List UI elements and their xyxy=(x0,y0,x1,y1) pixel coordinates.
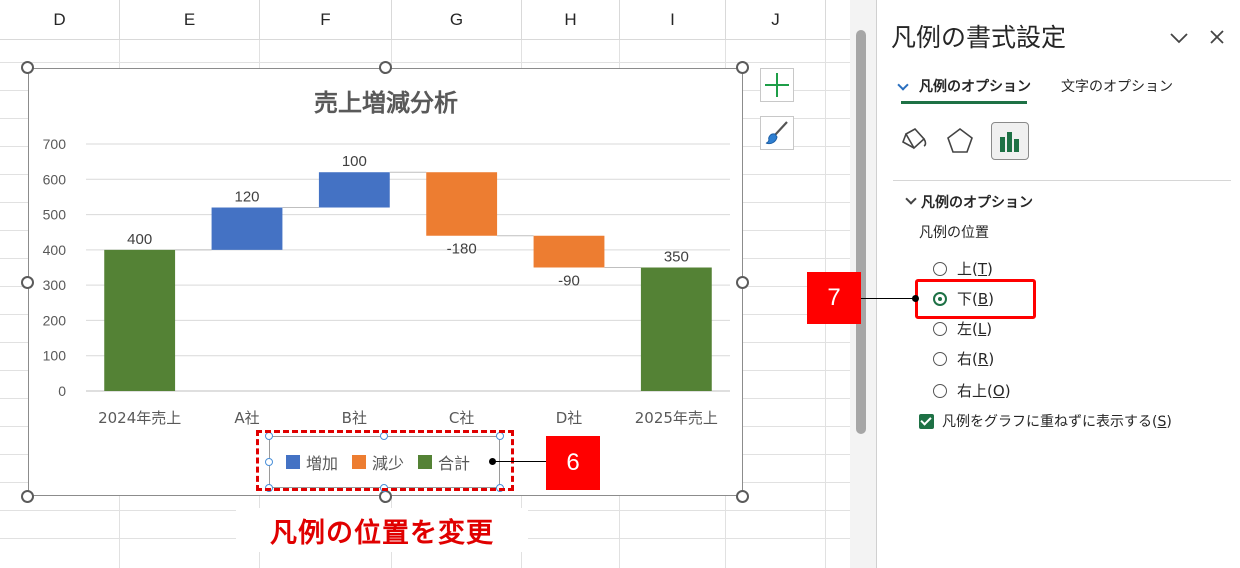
data-label: 400 xyxy=(127,231,152,248)
effects-pentagon-icon[interactable] xyxy=(941,122,979,160)
resize-handle-top[interactable] xyxy=(379,61,392,74)
x-tick-label: C社 xyxy=(449,409,474,427)
radio-button[interactable] xyxy=(933,261,947,276)
section-collapse-icon[interactable] xyxy=(905,193,917,205)
y-tick-label: 300 xyxy=(43,277,67,293)
legend-options-chart-icon[interactable] xyxy=(991,122,1029,160)
access-key: T xyxy=(977,260,988,278)
resize-handle-bottom[interactable] xyxy=(379,490,392,503)
resize-handle-bottom-right[interactable] xyxy=(736,490,749,503)
chart-title[interactable]: 売上増減分析 xyxy=(314,89,458,117)
data-label: 100 xyxy=(342,153,367,170)
chart-styles-button[interactable] xyxy=(760,116,794,150)
column-header-i[interactable]: I xyxy=(620,0,726,40)
worksheet-area[interactable]: D E F G H I J 売上増減分析 0 100 200 300 400 500 600… xyxy=(0,0,850,568)
data-label: 120 xyxy=(234,189,259,206)
callout-connector xyxy=(860,298,916,299)
column-header-row: D E F G H I J xyxy=(0,0,850,40)
resize-handle-left[interactable] xyxy=(21,276,34,289)
legend-highlight-box xyxy=(256,430,514,491)
column-header-g[interactable]: G xyxy=(392,0,522,40)
sheet-scrollbar[interactable] xyxy=(856,30,866,434)
access-key: L xyxy=(977,320,987,338)
pane-title: 凡例の書式設定 xyxy=(891,23,1067,52)
x-axis: 2024年売上 A社 B社 C社 D社 2025年売上 xyxy=(98,409,718,427)
resize-handle-top-right[interactable] xyxy=(736,61,749,74)
checkbox-label: 凡例をグラフに重ねずに表示する xyxy=(942,414,1152,430)
radio-position-top[interactable]: 上(T) xyxy=(933,258,993,279)
radio-position-left[interactable]: 左(L) xyxy=(933,318,992,339)
callout-dot xyxy=(912,295,919,302)
column-header-f[interactable]: F xyxy=(260,0,392,40)
legend-position-label: 凡例の位置 xyxy=(919,225,989,241)
y-tick-label: 100 xyxy=(43,348,67,364)
data-label: -180 xyxy=(447,241,477,258)
x-tick-label: D社 xyxy=(556,409,583,427)
x-tick-label: 2024年売上 xyxy=(98,409,181,427)
radio-label: 左 xyxy=(957,320,973,338)
chart-elements-button[interactable] xyxy=(760,68,794,102)
pane-options-chevron-icon[interactable] xyxy=(1169,26,1189,50)
resize-handle-right[interactable] xyxy=(736,276,749,289)
column-header-h[interactable]: H xyxy=(522,0,620,40)
y-axis: 0 100 200 300 400 500 600 700 xyxy=(43,136,67,399)
tab-legend-options[interactable]: 凡例のオプション xyxy=(919,76,1031,96)
y-tick-label: 0 xyxy=(58,383,66,399)
callout-6: 6 xyxy=(546,436,600,490)
bar-total[interactable] xyxy=(104,249,176,391)
column-header-d[interactable]: D xyxy=(0,0,120,40)
data-label: -90 xyxy=(558,273,580,290)
radio-button[interactable] xyxy=(933,383,947,398)
x-tick-label: 2025年売上 xyxy=(635,409,718,427)
plus-icon xyxy=(765,73,789,97)
radio-label: 右 xyxy=(957,350,973,368)
tab-text-options[interactable]: 文字のオプション xyxy=(1061,76,1173,96)
radio-button[interactable] xyxy=(933,351,947,366)
instruction-label: 凡例の位置を変更 xyxy=(236,508,528,552)
column-header-e[interactable]: E xyxy=(120,0,260,40)
y-tick-label: 700 xyxy=(43,136,67,152)
bar-decrease[interactable] xyxy=(533,235,605,268)
pane-close-icon[interactable] xyxy=(1209,26,1225,50)
access-key: O xyxy=(992,382,1005,400)
radio-position-right[interactable]: 右(R) xyxy=(933,348,994,369)
x-tick-label: A社 xyxy=(234,409,259,427)
y-tick-label: 500 xyxy=(43,207,67,223)
data-label: 350 xyxy=(664,249,689,266)
bar-increase[interactable] xyxy=(211,207,283,250)
paintbrush-icon xyxy=(765,121,788,145)
resize-handle-top-left[interactable] xyxy=(21,61,34,74)
y-tick-label: 200 xyxy=(43,312,67,328)
gridline xyxy=(0,62,850,63)
column-header-j[interactable]: J xyxy=(726,0,826,40)
y-tick-label: 400 xyxy=(43,242,67,258)
bar-total[interactable] xyxy=(640,267,712,392)
data-labels: 400 120 100 -180 -90 350 xyxy=(127,153,689,289)
overlap-checkbox-row[interactable]: 凡例をグラフに重ねずに表示する(S) xyxy=(919,411,1172,431)
y-tick-label: 600 xyxy=(43,171,67,187)
access-key: R xyxy=(977,350,989,368)
fill-line-icon[interactable] xyxy=(895,122,933,160)
bar-decrease[interactable] xyxy=(426,172,498,236)
tab-chevron-icon xyxy=(897,79,909,91)
callout-7: 7 xyxy=(807,272,861,324)
radio-position-top-right[interactable]: 右上(O) xyxy=(933,380,1011,401)
selected-option-highlight xyxy=(915,279,1036,319)
resize-handle-bottom-left[interactable] xyxy=(21,490,34,503)
pane-divider xyxy=(893,180,1231,181)
plot-bars[interactable] xyxy=(104,171,712,392)
section-legend-options[interactable]: 凡例のオプション xyxy=(921,192,1033,212)
callout-connector xyxy=(492,461,548,462)
checkbox-checked[interactable] xyxy=(919,413,934,429)
radio-label: 右上 xyxy=(957,382,988,400)
access-key: S xyxy=(1157,414,1167,430)
active-tab-indicator xyxy=(901,101,1027,104)
radio-label: 上 xyxy=(957,260,973,278)
bar-increase[interactable] xyxy=(318,172,390,208)
callout-dot xyxy=(489,458,496,465)
radio-button[interactable] xyxy=(933,321,947,336)
x-tick-label: B社 xyxy=(342,409,367,427)
